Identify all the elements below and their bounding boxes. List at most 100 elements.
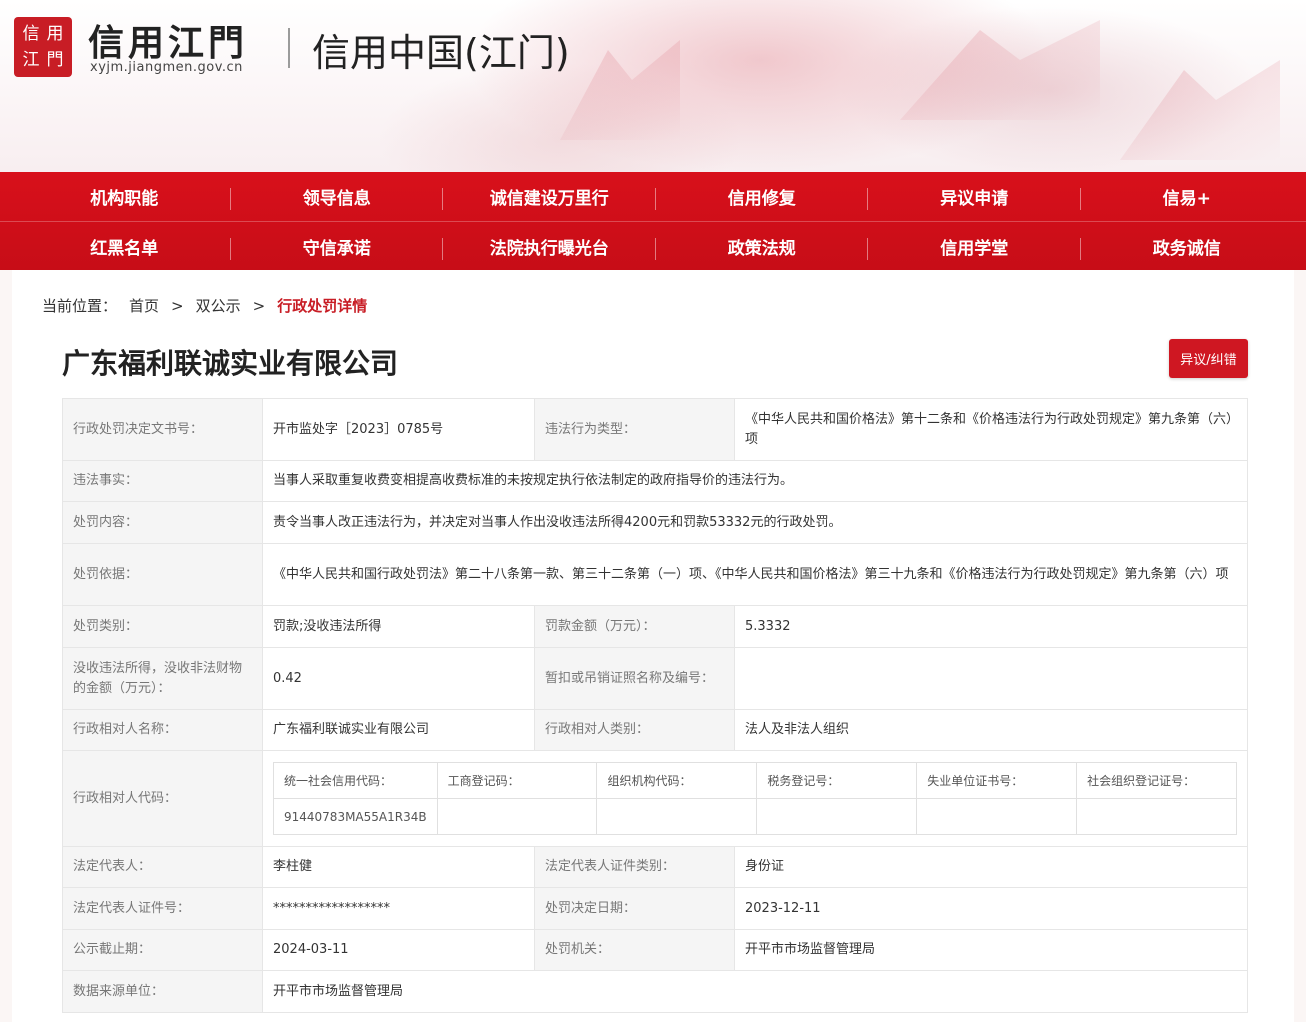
legal-rep-id-type-value: 身份证	[734, 846, 1248, 888]
authority-value: 开平市市场监督管理局	[734, 929, 1248, 971]
code-value-tax-reg	[756, 798, 918, 835]
table-row: 处罚内容： 责令当事人改正违法行为，并决定对当事人作出没收违法所得4200元和罚…	[62, 501, 1248, 544]
company-title: 广东福利联诚实业有限公司	[62, 347, 399, 380]
content-label: 处罚内容：	[62, 501, 263, 544]
breadcrumb-section[interactable]: 双公示	[196, 295, 241, 316]
facts-label: 违法事实：	[62, 460, 263, 502]
decision-date-label: 处罚决定日期：	[534, 887, 735, 930]
seal-char: 門	[46, 50, 64, 70]
table-row: 公示截止期： 2024-03-11 处罚机关： 开平市市场监督管理局	[62, 929, 1248, 971]
party-type-value: 法人及非法人组织	[734, 709, 1248, 751]
publish-deadline-label: 公示截止期：	[62, 929, 263, 971]
party-code-label: 行政相对人代码：	[62, 750, 263, 847]
nav-item-objection[interactable]: 异议申请	[868, 184, 1081, 210]
violation-type-label: 违法行为类型：	[534, 398, 735, 461]
decision-no-value: 开市监处字［2023］0785号	[262, 398, 535, 461]
nav-item-commitment[interactable]: 守信承诺	[231, 234, 444, 260]
seal-char: 用	[46, 24, 64, 44]
table-row: 行政相对人名称： 广东福利联诚实业有限公司 行政相对人类别： 法人及非法人组织	[62, 709, 1248, 751]
breadcrumb-separator: >	[252, 296, 266, 315]
table-row: 处罚依据： 《中华人民共和国行政处罚法》第二十八条第一款、第三十二条第（一）项、…	[62, 543, 1248, 606]
basis-value: 《中华人民共和国行政处罚法》第二十八条第一款、第三十二条第（一）项、《中华人民共…	[262, 543, 1248, 606]
violation-type-value: 《中华人民共和国价格法》第十二条和《价格违法行为行政处罚规定》第九条第（六）项	[734, 398, 1248, 461]
code-header-social-org: 社会组织登记证号：	[1076, 762, 1237, 799]
license-label: 暂扣或吊销证照名称及编号：	[534, 647, 735, 710]
code-header-uscc: 统一社会信用代码：	[273, 762, 438, 799]
table-row: 违法事实： 当事人采取重复收费变相提高收费标准的未按规定执行依法制定的政府指导价…	[62, 460, 1248, 502]
nav-item-policies[interactable]: 政策法规	[656, 234, 869, 260]
nav-item-red-black-list[interactable]: 红黑名单	[18, 234, 231, 260]
authority-label: 处罚机关：	[534, 929, 735, 971]
publish-deadline-value: 2024-03-11	[262, 929, 535, 971]
code-value-unemployment-cert	[916, 798, 1078, 835]
table-row: 数据来源单位： 开平市市场监督管理局	[62, 970, 1248, 1013]
brand-name[interactable]: 信用江門	[88, 14, 248, 66]
nav-item-credit-repair[interactable]: 信用修复	[656, 184, 869, 210]
nav-item-court-exposure[interactable]: 法院执行曝光台	[443, 234, 656, 260]
decorative-landscape	[900, 20, 1100, 120]
table-row: 行政处罚决定文书号： 开市监处字［2023］0785号 违法行为类型： 《中华人…	[62, 398, 1248, 461]
table-row: 处罚类别： 罚款;没收违法所得 罚款金额（万元）： 5.3332	[62, 605, 1248, 648]
party-name-label: 行政相对人名称：	[62, 709, 263, 751]
nav-item-integrity-campaign[interactable]: 诚信建设万里行	[443, 184, 656, 210]
source-label: 数据来源单位：	[62, 970, 263, 1013]
table-row: 法定代表人： 李柱健 法定代表人证件类别： 身份证	[62, 846, 1248, 888]
decorative-landscape	[560, 40, 680, 140]
nav-item-gov-integrity[interactable]: 政务诚信	[1081, 234, 1294, 259]
table-row: 没收违法所得，没收非法财物的金额（万元）： 0.42 暂扣或吊销证照名称及编号：	[62, 647, 1248, 710]
site-header: 信 用 江 門 信用江門 xyjm.jiangmen.gov.cn 信用中国(江…	[0, 0, 1306, 172]
nav-row-2: 红黑名单 守信承诺 法院执行曝光台 政策法规 信用学堂 政务诚信	[0, 221, 1306, 270]
decorative-landscape	[1120, 60, 1280, 160]
seal-char: 江	[22, 50, 40, 70]
penalty-details-table: 行政处罚决定文书号： 开市监处字［2023］0785号 违法行为类型： 《中华人…	[62, 398, 1248, 1013]
breadcrumb-home[interactable]: 首页	[129, 295, 159, 316]
main-nav: 机构职能 领导信息 诚信建设万里行 信用修复 异议申请 信易+ 红黑名单 守信承…	[0, 172, 1306, 270]
code-header-unemployment-cert: 失业单位证书号：	[916, 762, 1078, 799]
party-name-value: 广东福利联诚实业有限公司	[262, 709, 535, 751]
nav-item-xinyi-plus[interactable]: 信易+	[1081, 184, 1294, 209]
legal-rep-id-no-value: ******************	[262, 887, 535, 930]
brand-divider	[288, 28, 290, 68]
basis-label: 处罚依据：	[62, 543, 263, 606]
legal-rep-id-type-label: 法定代表人证件类别：	[534, 846, 735, 888]
codes-value-row: 91440783MA55A1R34B	[273, 798, 1237, 835]
seal-char: 信	[22, 24, 40, 44]
nav-item-leadership[interactable]: 领导信息	[231, 184, 444, 210]
code-header-org-code: 组织机构代码：	[596, 762, 758, 799]
confiscated-label: 没收违法所得，没收非法财物的金额（万元）：	[62, 647, 263, 710]
table-row: 行政相对人代码： 统一社会信用代码： 工商登记码： 组织机构代码： 税务登记号：…	[62, 750, 1248, 847]
fine-label: 罚款金额（万元）：	[534, 605, 735, 648]
license-value	[734, 647, 1248, 710]
code-header-tax-reg: 税务登记号：	[756, 762, 918, 799]
breadcrumb-label: 当前位置：	[42, 297, 118, 315]
code-value-business-reg	[436, 798, 598, 835]
objection-button[interactable]: 异议/纠错	[1169, 339, 1248, 378]
codes-header-row: 统一社会信用代码： 工商登记码： 组织机构代码： 税务登记号： 失业单位证书号：…	[273, 762, 1237, 799]
nav-item-credit-school[interactable]: 信用学堂	[868, 234, 1081, 260]
legal-rep-id-no-label: 法定代表人证件号：	[62, 887, 263, 930]
code-header-business-reg: 工商登记码：	[436, 762, 598, 799]
fine-value: 5.3332	[734, 605, 1248, 648]
decision-date-value: 2023-12-11	[734, 887, 1248, 930]
code-value-uscc: 91440783MA55A1R34B	[273, 798, 438, 835]
content-value: 责令当事人改正违法行为，并决定对当事人作出没收违法所得4200元和罚款53332…	[262, 501, 1248, 544]
breadcrumb-current: 行政处罚详情	[277, 297, 368, 315]
logo-seal[interactable]: 信 用 江 門	[14, 17, 72, 77]
party-type-label: 行政相对人类别：	[534, 709, 735, 751]
legal-rep-label: 法定代表人：	[62, 846, 263, 888]
party-code-cell: 统一社会信用代码： 工商登记码： 组织机构代码： 税务登记号： 失业单位证书号：…	[262, 750, 1248, 847]
code-value-social-org	[1076, 798, 1237, 835]
breadcrumb-separator: >	[171, 296, 184, 315]
breadcrumb: 当前位置： 首页 > 双公示 > 行政处罚详情	[42, 295, 367, 316]
confiscated-value: 0.42	[262, 647, 535, 710]
nav-item-org-functions[interactable]: 机构职能	[18, 184, 231, 210]
nav-row-1: 机构职能 领导信息 诚信建设万里行 信用修复 异议申请 信易+	[0, 172, 1306, 221]
decision-no-label: 行政处罚决定文书号：	[62, 398, 263, 461]
table-row: 法定代表人证件号： ****************** 处罚决定日期： 202…	[62, 887, 1248, 930]
content-panel: 当前位置： 首页 > 双公示 > 行政处罚详情 广东福利联诚实业有限公司 异议/…	[12, 270, 1294, 1022]
legal-rep-value: 李柱健	[262, 846, 535, 888]
category-value: 罚款;没收违法所得	[262, 605, 535, 648]
facts-value: 当事人采取重复收费变相提高收费标准的未按规定执行依法制定的政府指导价的违法行为。	[262, 460, 1248, 502]
source-value: 开平市市场监督管理局	[262, 970, 1248, 1013]
brand-url: xyjm.jiangmen.gov.cn	[90, 60, 243, 75]
